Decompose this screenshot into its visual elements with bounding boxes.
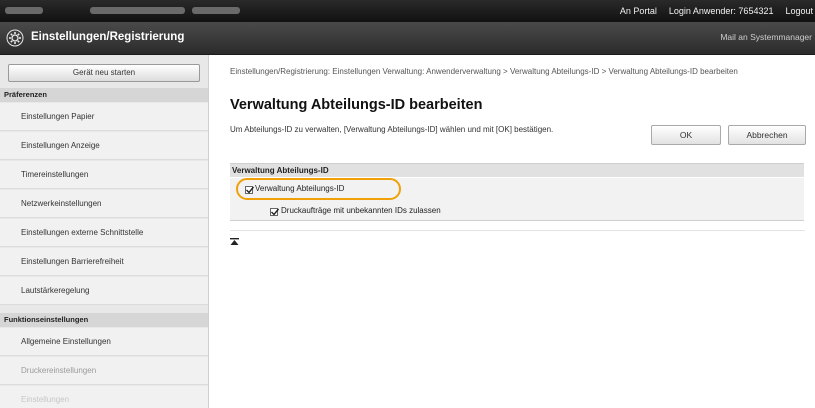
logout-link[interactable]: Logout <box>785 6 813 16</box>
settings-gear-icon <box>6 29 24 47</box>
sidebar-item-accessibility[interactable]: Einstellungen Barrierefreiheit <box>0 248 208 276</box>
sidebar-item-general-settings[interactable]: Allgemeine Einstellungen <box>0 328 208 356</box>
portal-link[interactable]: An Portal <box>620 6 657 16</box>
blurred-text <box>5 7 43 14</box>
sidebar-section-functions: Funktionseinstellungen <box>0 313 208 327</box>
back-to-top-icon[interactable] <box>230 238 239 246</box>
highlight-ring <box>236 178 401 200</box>
blurred-text <box>90 7 185 14</box>
sidebar-item-printer-settings[interactable]: Druckereinstellungen <box>0 357 208 385</box>
sidebar-item-more-settings[interactable]: Einstellungen <box>0 386 208 408</box>
sidebar: Gerät neu starten Präferenzen Einstellun… <box>0 55 209 408</box>
top-bar: An Portal Login Anwender: 7654321 Logout <box>0 0 815 22</box>
sidebar-item-paper-settings[interactable]: Einstellungen Papier <box>0 103 208 131</box>
sidebar-item-display-settings[interactable]: Einstellungen Anzeige <box>0 132 208 160</box>
instruction-text: Um Abteilungs-ID zu verwalten, [Verwaltu… <box>230 125 554 134</box>
sidebar-item-network-settings[interactable]: Netzwerkeinstellungen <box>0 190 208 218</box>
sidebar-item-timer-settings[interactable]: Timereinstellungen <box>0 161 208 189</box>
page-header-title: Einstellungen/Registrierung <box>31 31 185 43</box>
mail-to-admin-link[interactable]: Mail an Systemmanager <box>720 32 812 42</box>
restart-device-button[interactable]: Gerät neu starten <box>8 64 200 82</box>
allow-unknown-id-jobs-label: Druckaufträge mit unbekannten IDs zulass… <box>281 206 441 215</box>
blurred-text <box>192 7 240 14</box>
checkmark-icon <box>271 208 280 216</box>
ok-button[interactable]: OK <box>651 125 721 145</box>
header-bar: Einstellungen/Registrierung Mail an Syst… <box>0 22 815 55</box>
sidebar-item-volume[interactable]: Lautstärkeregelung <box>0 277 208 305</box>
breadcrumb: Einstellungen/Registrierung: Einstellung… <box>230 67 738 76</box>
sidebar-section-preferences: Präferenzen <box>0 88 208 102</box>
allow-unknown-id-jobs-checkbox[interactable] <box>270 208 280 216</box>
login-user-info: Login Anwender: 7654321 <box>668 6 774 16</box>
page-title: Verwaltung Abteilungs-ID bearbeiten <box>230 97 483 113</box>
sidebar-item-external-interface[interactable]: Einstellungen externe Schnittstelle <box>0 219 208 247</box>
main-content: Einstellungen/Registrierung: Einstellung… <box>209 55 815 408</box>
divider <box>230 230 805 231</box>
cancel-button[interactable]: Abbrechen <box>728 125 806 145</box>
settings-panel-title: Verwaltung Abteilungs-ID <box>230 163 804 177</box>
